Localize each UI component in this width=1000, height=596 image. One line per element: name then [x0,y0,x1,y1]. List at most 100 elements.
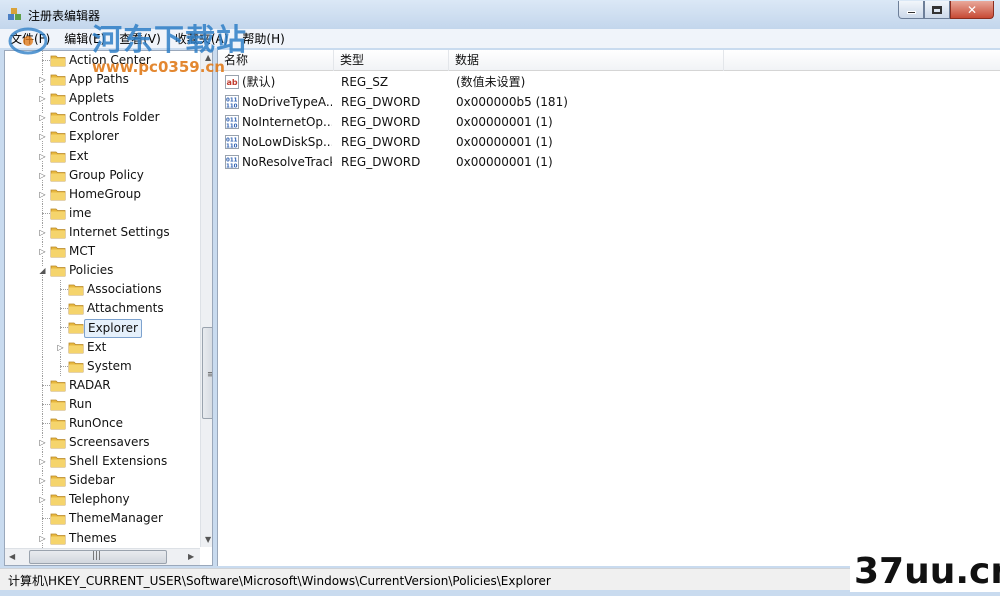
expand-arrow-icon[interactable]: ▷ [38,247,47,256]
expand-arrow-icon[interactable]: ▷ [38,189,47,199]
value-row[interactable]: ab (默认) REG_SZ (数值未设置) [218,72,1000,92]
tree-vertical-scrollbar[interactable]: ▲ ≡ ▼ [200,51,212,547]
tree-item[interactable]: ▷ Ext [5,337,200,357]
tree-item-label[interactable]: Screensavers [66,434,153,451]
window-title: 注册表编辑器 [28,9,101,23]
folder-icon [50,72,66,86]
folder-icon [50,187,66,201]
tree-item[interactable]: ▷ Group Policy [5,165,200,185]
tree-item-label[interactable]: Sidebar [66,472,118,489]
tree-item[interactable]: RunOnce [5,413,200,433]
tree-item-label[interactable]: Explorer [66,128,122,145]
tree-item[interactable]: RADAR [5,375,200,395]
tree-item[interactable]: ▷ Explorer [5,127,200,147]
current-key-path: 计算机\HKEY_CURRENT_USER\Software\Microsoft… [8,574,551,588]
tree-item[interactable]: ▷ Controls Folder [5,108,200,128]
tree-item-label[interactable]: Themes [66,530,120,547]
tree-item[interactable]: System [5,356,200,376]
tree-item-label[interactable]: Attachments [84,300,167,317]
scroll-right-icon[interactable]: ▶ [188,552,194,561]
tree-horizontal-scrollbar[interactable]: ◀ ||| ▶ [5,548,200,565]
tree-item[interactable]: ▷ Internet Settings [5,222,200,242]
tree-item[interactable]: ▷ Shell Extensions [5,452,200,472]
expand-arrow-icon[interactable]: ▷ [38,94,47,104]
value-type: REG_SZ [341,75,389,89]
expand-arrow-icon[interactable]: ▷ [38,227,47,237]
tree-item-label[interactable]: Telephony [66,491,133,508]
value-name: (默认) [242,75,276,89]
tree-item[interactable]: Run [5,394,200,414]
value-type: REG_DWORD [341,95,421,109]
key-tree-pane[interactable]: Action Center ▷ App Paths ▷ Applets ▷ Controls… [4,50,213,566]
tree-item[interactable]: ▷ Telephony [5,490,200,510]
minimize-button[interactable] [898,1,924,19]
tree-item[interactable]: ▷ Ext [5,146,200,166]
tree-item-label[interactable]: Associations [84,281,165,298]
expand-arrow-icon[interactable]: ▷ [38,113,47,123]
tree-item-label[interactable]: Applets [66,90,117,107]
scroll-down-icon[interactable]: ▼ [205,535,211,544]
folder-icon [50,416,66,430]
tree-horizontal-scroll-thumb[interactable]: ||| [29,550,167,564]
values-list-pane[interactable]: 名称 类型 数据 ab (默认) REG_SZ (数值未设置) 011 110 NoDriv… [217,50,1000,566]
tree-item-label[interactable]: System [84,358,135,375]
scroll-left-icon[interactable]: ◀ [9,552,15,561]
expand-arrow-icon[interactable]: ▷ [56,342,65,352]
tree-item[interactable]: ime [5,203,200,223]
close-button[interactable]: ✕ [950,1,994,19]
tree-item-label[interactable]: Group Policy [66,167,147,184]
value-data: 0x00000001 (1) [456,155,553,169]
tree-item-label[interactable]: Internet Settings [66,224,173,241]
binary-value-icon: 011 110 [225,155,239,170]
expand-arrow-icon[interactable]: ▷ [38,495,47,505]
tree-item-label[interactable]: Controls Folder [66,109,163,126]
folder-icon [68,359,84,373]
tree-connector-line [42,318,43,338]
expand-arrow-icon[interactable]: ▷ [38,75,47,85]
watermark-site-name: 河东下载站 [92,23,247,58]
tree-vertical-scroll-thumb[interactable]: ≡ [202,327,212,419]
collapse-arrow-icon[interactable]: ◢ [38,266,47,276]
tree-item[interactable]: ThemeManager [5,509,200,529]
tree-item-label[interactable]: Policies [66,262,116,279]
folder-icon [50,511,66,525]
minimize-icon [906,11,916,14]
expand-arrow-icon[interactable]: ▷ [38,533,47,543]
tree-item[interactable]: ▷ Themes [5,528,200,548]
value-row[interactable]: 011 110 NoLowDiskSp... REG_DWORD 0x00000001 … [218,132,1000,152]
tree-item-label[interactable]: Explorer [84,319,142,339]
value-row[interactable]: 011 110 NoInternetOp... REG_DWORD 0x00000001… [218,112,1000,132]
tree-item-label[interactable]: Run [66,396,95,413]
column-header-data[interactable]: 数据 [449,50,724,71]
expand-arrow-icon[interactable]: ▷ [38,476,47,486]
tree-item[interactable]: ▷ Applets [5,89,200,109]
tree-item[interactable]: Explorer [5,318,200,339]
expand-arrow-icon[interactable]: ▷ [38,170,47,180]
folder-icon [50,263,66,277]
tree-item[interactable]: ▷ MCT [5,242,200,261]
maximize-button[interactable] [924,1,950,19]
tree-item-label[interactable]: Shell Extensions [66,453,170,470]
tree-item-label[interactable]: Ext [84,339,109,356]
tree-item-label[interactable]: ThemeManager [66,510,166,527]
value-row[interactable]: 011 110 NoDriveTypeA... REG_DWORD 0x000000b5… [218,92,1000,112]
expand-arrow-icon[interactable]: ▷ [38,132,47,142]
tree-item[interactable]: ▷ Screensavers [5,433,200,452]
expand-arrow-icon[interactable]: ▷ [38,438,47,447]
tree-item-label[interactable]: ime [66,205,94,222]
tree-item-label[interactable]: HomeGroup [66,186,144,203]
value-row[interactable]: 011 110 NoResolveTrack REG_DWORD 0x00000001 … [218,152,1000,172]
tree-item-label[interactable]: Ext [66,148,91,165]
tree-item-label[interactable]: RunOnce [66,415,126,432]
tree-item[interactable]: ◢ Policies [5,261,200,281]
expand-arrow-icon[interactable]: ▷ [38,151,47,161]
window-controls: ✕ [898,1,994,19]
tree-item[interactable]: Attachments [5,299,200,319]
column-header-type[interactable]: 类型 [334,50,449,71]
tree-item[interactable]: ▷ Sidebar [5,471,200,491]
expand-arrow-icon[interactable]: ▷ [38,457,47,467]
tree-item[interactable]: Associations [5,280,200,300]
tree-item-label[interactable]: RADAR [66,377,114,394]
tree-item[interactable]: ▷ HomeGroup [5,184,200,204]
tree-item-label[interactable]: MCT [66,243,98,260]
